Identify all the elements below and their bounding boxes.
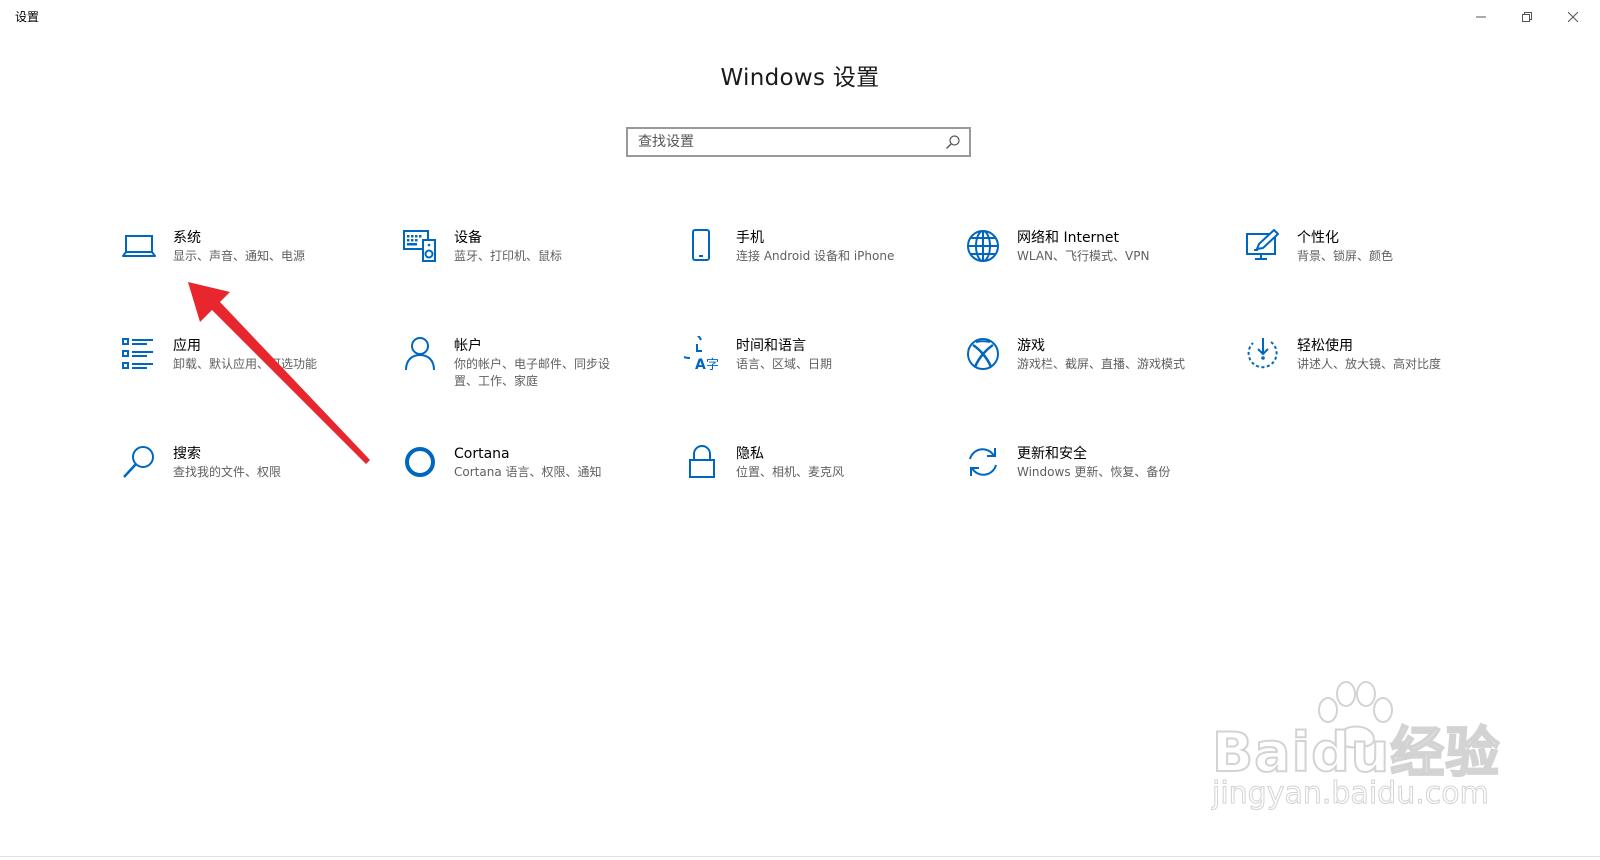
search-magnifier-icon[interactable] bbox=[945, 134, 961, 150]
tile-description: 卸载、默认应用、可选功能 bbox=[173, 357, 318, 371]
tile-update-security[interactable]: 更新和安全 Windows 更新、恢复、备份 bbox=[965, 444, 1225, 514]
tile-label: 搜索 bbox=[173, 446, 201, 462]
tile-label: Cortana bbox=[454, 446, 510, 462]
restore-icon bbox=[1522, 12, 1532, 22]
svg-text:A: A bbox=[695, 357, 706, 372]
watermark: Baidu经验 jingyan.baidu.com bbox=[1211, 680, 1502, 830]
watermark-url: jingyan.baidu.com bbox=[1212, 776, 1490, 812]
devices-icon bbox=[403, 230, 436, 262]
svg-text:字: 字 bbox=[706, 358, 719, 372]
tile-search[interactable]: 搜索 查找我的文件、权限 bbox=[121, 444, 381, 514]
tile-label: 轻松使用 bbox=[1297, 338, 1353, 354]
search-input[interactable] bbox=[628, 129, 938, 155]
tile-description: 显示、声音、通知、电源 bbox=[173, 249, 306, 263]
tile-apps[interactable]: 应用 卸载、默认应用、可选功能 bbox=[121, 336, 381, 406]
ease-of-access-icon bbox=[1247, 338, 1278, 369]
restore-button[interactable] bbox=[1504, 0, 1550, 34]
tile-description: Cortana 语言、权限、通知 bbox=[454, 465, 602, 479]
phone-icon bbox=[692, 229, 710, 261]
update-icon bbox=[969, 448, 997, 476]
tile-personalization[interactable]: 个性化 背景、锁屏、颜色 bbox=[1245, 228, 1505, 298]
tile-label: 游戏 bbox=[1017, 338, 1045, 354]
tile-label: 更新和安全 bbox=[1017, 446, 1087, 462]
tile-network[interactable]: 网络和 Internet WLAN、飞行模式、VPN bbox=[965, 228, 1225, 298]
tile-description: 背景、锁屏、颜色 bbox=[1297, 249, 1394, 263]
laptop-icon bbox=[122, 235, 156, 257]
tile-ease-of-access[interactable]: 轻松使用 讲述人、放大镜、高对比度 bbox=[1245, 336, 1505, 406]
tile-privacy[interactable]: 隐私 位置、相机、麦克风 bbox=[684, 444, 944, 514]
tile-system[interactable]: 系统 显示、声音、通知、电源 bbox=[121, 228, 381, 298]
tile-description: 蓝牙、打印机、鼠标 bbox=[454, 249, 563, 263]
close-icon bbox=[1568, 12, 1578, 22]
tile-description: 位置、相机、麦克风 bbox=[736, 465, 845, 479]
tile-label: 个性化 bbox=[1297, 230, 1339, 246]
personalization-icon bbox=[1246, 229, 1279, 260]
tile-label: 设备 bbox=[454, 230, 482, 246]
page-title: Windows 设置 bbox=[720, 65, 880, 91]
cortana-icon bbox=[405, 447, 435, 477]
close-button[interactable] bbox=[1550, 0, 1596, 34]
apps-icon bbox=[122, 338, 153, 369]
xbox-icon bbox=[967, 338, 999, 370]
tile-description: 游戏栏、截屏、直播、游戏模式 bbox=[1017, 357, 1186, 371]
minimize-button[interactable] bbox=[1458, 0, 1504, 34]
tile-description: 讲述人、放大镜、高对比度 bbox=[1297, 357, 1442, 371]
tile-label: 手机 bbox=[736, 230, 764, 246]
tile-description: 语言、区域、日期 bbox=[736, 357, 833, 371]
title-bar: 设置 bbox=[0, 0, 1600, 34]
app-title: 设置 bbox=[15, 10, 40, 24]
bottom-divider bbox=[0, 856, 1600, 857]
time-language-icon: A 字 bbox=[684, 336, 719, 372]
tile-phone[interactable]: 手机 连接 Android 设备和 iPhone bbox=[684, 228, 944, 298]
tile-label: 应用 bbox=[173, 338, 201, 354]
minimize-icon bbox=[1476, 16, 1486, 18]
tile-description: WLAN、飞行模式、VPN bbox=[1017, 249, 1150, 263]
globe-icon bbox=[967, 230, 999, 262]
tile-gaming[interactable]: 游戏 游戏栏、截屏、直播、游戏模式 bbox=[965, 336, 1225, 406]
tile-label: 隐私 bbox=[736, 446, 764, 462]
tile-description: 你的帐户、电子邮件、同步设置、工作、家庭 bbox=[454, 357, 611, 388]
tile-description: 连接 Android 设备和 iPhone bbox=[736, 249, 895, 263]
tile-label: 帐户 bbox=[454, 338, 482, 354]
tile-devices[interactable]: 设备 蓝牙、打印机、鼠标 bbox=[402, 228, 662, 298]
tile-label: 时间和语言 bbox=[736, 338, 806, 354]
tile-label: 网络和 Internet bbox=[1017, 230, 1120, 246]
tile-label: 系统 bbox=[173, 230, 201, 246]
search-box[interactable] bbox=[626, 127, 971, 157]
tile-time-language[interactable]: A 字 时间和语言 语言、区域、日期 bbox=[684, 336, 944, 406]
lock-icon bbox=[689, 445, 715, 478]
tile-description: Windows 更新、恢复、备份 bbox=[1017, 465, 1171, 479]
tile-description: 查找我的文件、权限 bbox=[173, 465, 282, 479]
tile-accounts[interactable]: 帐户 你的帐户、电子邮件、同步设置、工作、家庭 bbox=[402, 336, 662, 406]
person-icon bbox=[405, 337, 435, 371]
search-icon bbox=[123, 446, 154, 478]
tile-cortana[interactable]: Cortana Cortana 语言、权限、通知 bbox=[402, 444, 662, 514]
